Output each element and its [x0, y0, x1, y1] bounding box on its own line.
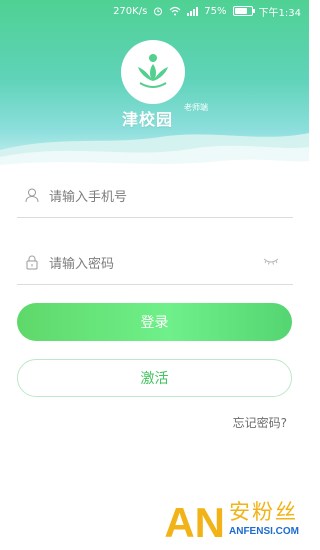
user-icon [23, 186, 41, 204]
app-logo [121, 40, 185, 104]
lotus-person-icon [138, 54, 168, 88]
signal-icon [187, 6, 199, 16]
app-subtitle: 老师端 [184, 103, 208, 112]
phone-input[interactable]: 请输入手机号 [49, 186, 127, 205]
battery-percent: 75% [204, 5, 227, 17]
watermark-cn: 安粉丝 [229, 500, 298, 524]
network-speed: 270K/s [113, 5, 148, 17]
clock: 下午1:34 [258, 7, 301, 19]
password-input[interactable]: 请输入密码 [49, 253, 114, 272]
password-field[interactable]: 请输入密码 [17, 240, 293, 285]
wave-decoration [0, 133, 309, 175]
header-banner: 270K/s 75% 下午1:34 津校园 老师端 [0, 0, 309, 175]
battery-icon [232, 6, 255, 16]
alarm-icon [153, 6, 163, 16]
forgot-password-link[interactable]: 忘记密码? [233, 414, 287, 431]
phone-field[interactable]: 请输入手机号 [17, 173, 293, 218]
watermark-an: AN [164, 499, 225, 546]
login-button[interactable]: 登录 [17, 303, 292, 341]
watermark: AN 安粉丝 ANFENSI.COM [164, 499, 299, 546]
activate-button[interactable]: 激活 [17, 359, 292, 397]
watermark-en: ANFENSI.COM [229, 526, 299, 537]
lock-icon [23, 253, 41, 271]
wifi-icon [169, 6, 181, 16]
eye-closed-icon[interactable] [263, 256, 279, 266]
status-bar: 270K/s 75% 下午1:34 [0, 0, 309, 22]
